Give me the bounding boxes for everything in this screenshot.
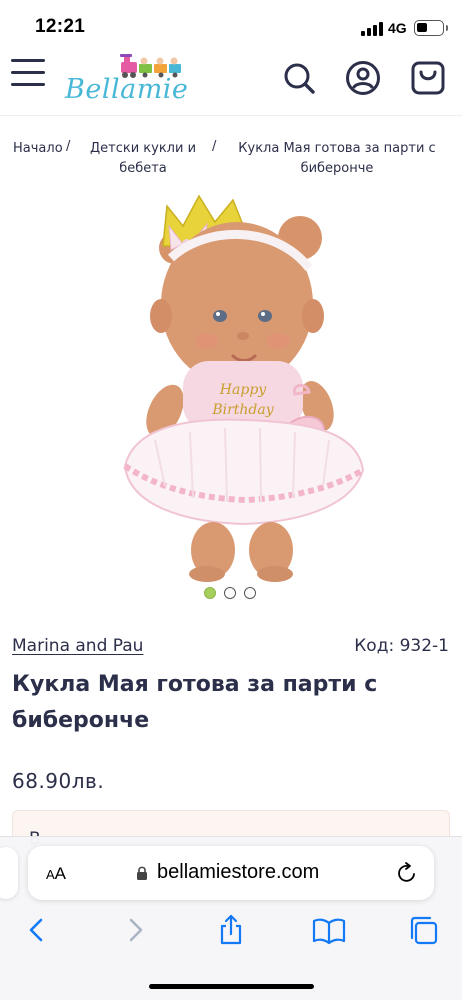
address-bar[interactable]: AA bellamiestore.com	[28, 846, 434, 900]
share-icon[interactable]	[216, 914, 246, 946]
home-indicator	[149, 984, 314, 989]
breadcrumb-separator: /	[66, 139, 71, 154]
breadcrumb-label: Кукла Мая готова за парти с	[238, 141, 436, 156]
text-size-button[interactable]: AA	[46, 864, 66, 884]
breadcrumb-label: Начало	[13, 141, 63, 156]
breadcrumb: Начало / Детски кукли и бебета / Кукла М…	[0, 138, 462, 180]
product-title: Кукла Мая готова за парти с биберонче	[12, 672, 378, 733]
logo-text: Bellamie	[65, 74, 189, 105]
breadcrumb-item-current[interactable]: Кукла Мая готова за парти с биберонче	[233, 139, 441, 179]
breadcrumb-label-line2: биберонче	[300, 161, 374, 176]
gallery-pagination	[204, 587, 264, 601]
back-icon[interactable]	[22, 914, 52, 946]
tabs-icon[interactable]	[408, 914, 438, 946]
status-bar: 12:21 4G	[0, 0, 462, 50]
breadcrumb-item-category[interactable]: Детски кукли и бебета	[85, 139, 201, 179]
product-code: Код: 932-1	[354, 636, 449, 656]
breadcrumb-separator: /	[212, 139, 217, 154]
lock-icon	[137, 866, 147, 880]
gallery-dot-2[interactable]	[224, 587, 236, 599]
account-icon[interactable]	[345, 60, 381, 96]
bookmarks-icon[interactable]	[312, 914, 346, 946]
text-size-large-label: A	[54, 864, 67, 883]
gallery-dot-3[interactable]	[244, 587, 256, 599]
svg-text:Birthday: Birthday	[211, 402, 274, 418]
site-header: Bellamie	[0, 50, 462, 116]
battery-cap	[446, 25, 448, 31]
gallery-dot-1[interactable]	[204, 587, 216, 599]
forward-icon[interactable]	[120, 914, 150, 946]
svg-text:Happy: Happy	[219, 382, 267, 398]
breadcrumb-label-line2: бебета	[119, 161, 167, 176]
hamburger-menu-icon[interactable]	[11, 59, 47, 89]
previous-tab-peek[interactable]	[0, 847, 18, 899]
brand-link[interactable]: Marina and Pau	[12, 636, 143, 656]
search-icon[interactable]	[281, 60, 317, 96]
url-text: bellamiestore.com	[157, 861, 320, 883]
product-price: 68.90лв.	[12, 769, 105, 793]
site-logo[interactable]: Bellamie	[65, 52, 205, 108]
text-size-small-label: A	[46, 867, 55, 882]
product-image[interactable]: Happy Birthday	[95, 186, 375, 586]
battery-icon	[414, 20, 444, 36]
status-time: 12:21	[35, 16, 86, 37]
breadcrumb-item-home[interactable]: Начало	[13, 139, 63, 159]
network-type: 4G	[388, 20, 407, 36]
cellular-signal-icon	[361, 22, 383, 36]
reload-icon[interactable]	[396, 861, 418, 885]
cart-icon[interactable]	[410, 60, 446, 96]
breadcrumb-label: Детски кукли и	[89, 141, 197, 156]
